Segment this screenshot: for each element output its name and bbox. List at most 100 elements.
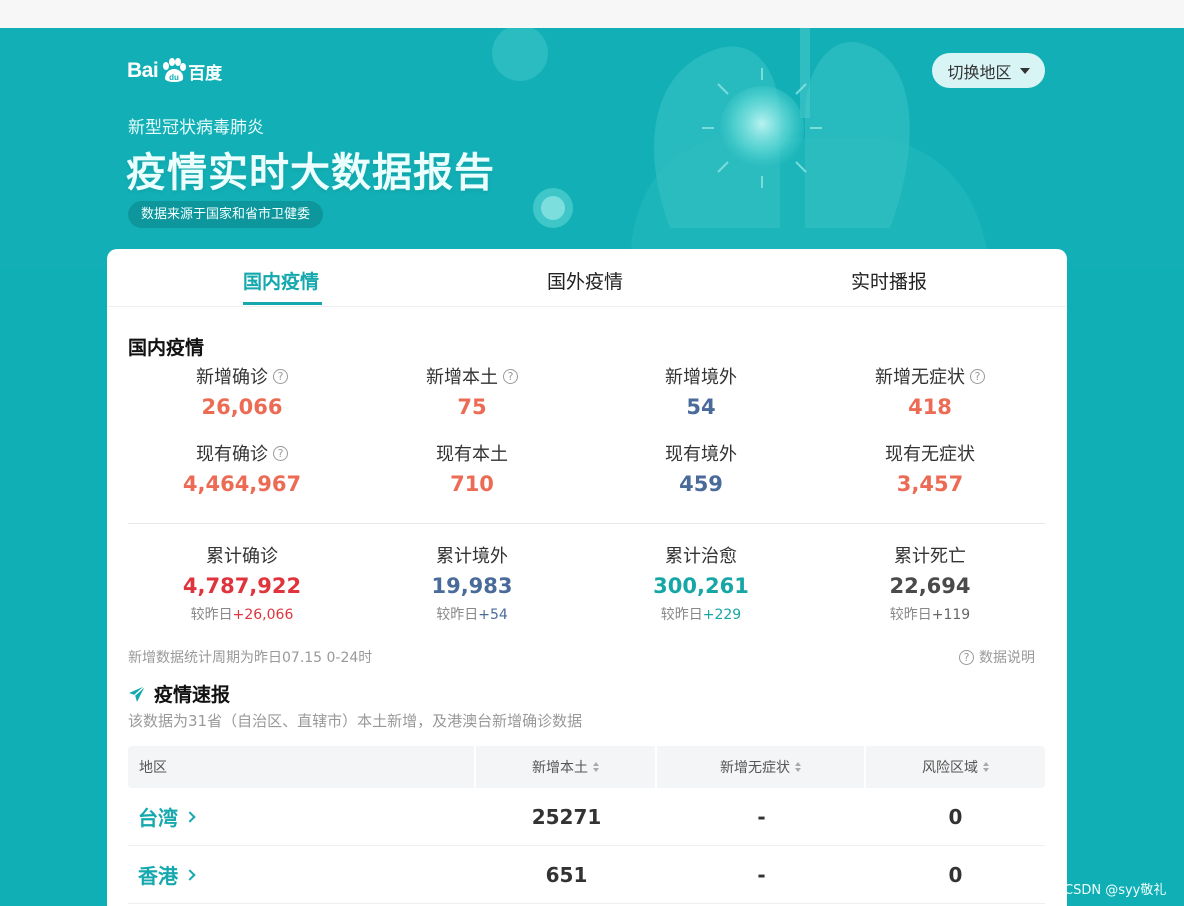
stat-value: 75: [457, 395, 487, 419]
stat-label-text: 现有确诊: [196, 444, 268, 465]
switch-region-label: 切换地区: [947, 62, 1012, 82]
kuaibao-table: 地区 新增本土 新增无症状 风险区域 台湾 25271 - 0 香港 651 - 0: [128, 746, 1045, 904]
asymptomatic-cell: -: [757, 804, 766, 829]
source-pill: 数据来源于国家和省市卫健委: [128, 201, 324, 228]
stat-delta-prefix: 较昨日: [660, 607, 703, 623]
stat-value: 710: [450, 472, 494, 496]
stat-label: 现有境外: [601, 441, 801, 465]
stat-row2-0: 现有确诊? 4,464,967: [142, 441, 342, 500]
baidu-paw-icon: du: [163, 58, 187, 82]
sort-icon: [983, 762, 989, 772]
local-cell: 651: [545, 862, 588, 887]
kuaibao-title: 疫情速报: [128, 680, 230, 707]
stat-label-text: 新增本土: [426, 367, 498, 388]
stat-label-text: 累计确诊: [206, 546, 278, 567]
help-icon[interactable]: ?: [970, 368, 985, 384]
stat-row3-2: 累计治愈 300,261 较昨日+229: [601, 543, 801, 624]
main-card: 国内疫情 国外疫情 实时播报 国内疫情 新增数据统计周期为昨日07.15 0-2…: [107, 249, 1067, 906]
help-icon[interactable]: ?: [273, 368, 288, 384]
region-name: 香港: [138, 864, 178, 888]
col-header-risk[interactable]: 风险区域: [866, 746, 1045, 788]
stat-delta-prefix: 较昨日: [889, 607, 932, 623]
stat-delta: 较昨日+26,066: [142, 604, 342, 624]
tab-overseas[interactable]: 国外疫情: [547, 267, 623, 294]
stat-delta: 较昨日+229: [601, 604, 801, 624]
region-cell[interactable]: 香港: [128, 860, 476, 889]
stat-row1-0: 新增确诊? 26,066: [142, 364, 342, 423]
stat-label-text: 累计治愈: [665, 546, 737, 567]
col-header-label: 新增无症状: [720, 760, 790, 776]
stat-delta: 较昨日+119: [830, 604, 1030, 624]
table-body: 台湾 25271 - 0 香港 651 - 0: [128, 788, 1045, 904]
col-header-asymptomatic[interactable]: 新增无症状: [657, 746, 866, 788]
active-tab-indicator: [243, 302, 322, 305]
domestic-section-title: 国内疫情: [128, 337, 205, 359]
data-explain-link[interactable]: ? 数据说明: [959, 647, 1035, 667]
col-header-local[interactable]: 新增本土: [476, 746, 657, 788]
stat-delta-value: +119: [931, 607, 971, 623]
stat-row1-2: 新增境外 54: [601, 364, 801, 423]
risk-cell: 0: [948, 804, 963, 829]
region-name: 台湾: [138, 806, 178, 830]
stat-delta-prefix: 较昨日: [190, 607, 233, 623]
stat-label: 现有确诊?: [142, 441, 342, 465]
hero-banner: Bai du 百度 新型冠状病毒肺炎 疫情实时大数据报告 数据来源于国家和省市卫…: [0, 28, 1184, 268]
help-icon[interactable]: ?: [273, 445, 288, 461]
period-note: 新增数据统计周期为昨日07.15 0-24时: [128, 650, 373, 666]
stat-row1-3: 新增无症状? 418: [830, 364, 1030, 423]
stat-row3-3: 累计死亡 22,694 较昨日+119: [830, 543, 1030, 624]
stat-label: 现有本土: [372, 441, 572, 465]
data-explain-label: 数据说明: [979, 650, 1035, 666]
kuaibao-subtitle: 该数据为31省（自治区、直辖市）本土新增，及港澳台新增确诊数据: [128, 712, 583, 730]
chevron-right-icon: [184, 868, 196, 881]
stat-label: 累计境外: [372, 543, 572, 567]
sort-icon: [593, 762, 599, 772]
baidu-logo[interactable]: Bai du 百度: [127, 54, 222, 88]
hero-title: 疫情实时大数据报告: [126, 150, 495, 196]
stat-value: 418: [908, 395, 952, 419]
stat-value: 300,261: [653, 574, 749, 598]
stat-label-text: 新增境外: [665, 367, 737, 388]
svg-text:du: du: [169, 73, 179, 82]
tab-domestic[interactable]: 国内疫情: [243, 267, 319, 294]
stat-label-text: 累计死亡: [894, 546, 966, 567]
kuaibao-title-text: 疫情速报: [154, 684, 231, 706]
stat-label-text: 现有本土: [436, 444, 508, 465]
col-header-label: 风险区域: [922, 760, 978, 776]
stat-label-text: 新增无症状: [875, 367, 965, 388]
table-row[interactable]: 台湾 25271 - 0: [128, 788, 1045, 846]
col-header-label: 地区: [139, 760, 167, 776]
help-icon: ?: [959, 649, 974, 665]
sort-icon: [795, 762, 801, 772]
risk-cell: 0: [948, 862, 963, 887]
stat-row2-2: 现有境外 459: [601, 441, 801, 500]
chevron-right-icon: [184, 810, 196, 823]
stat-value: 19,983: [431, 574, 513, 598]
logo-text: Bai: [127, 59, 159, 82]
stat-value: 459: [679, 472, 723, 496]
stat-label: 新增本土?: [372, 364, 572, 388]
col-header-region: 地区: [128, 746, 476, 788]
stat-row3-1: 累计境外 19,983 较昨日+54: [372, 543, 572, 624]
stat-delta: 较昨日+54: [372, 604, 572, 624]
stat-label: 累计治愈: [601, 543, 801, 567]
tab-live-report[interactable]: 实时播报: [851, 267, 927, 294]
logo-cn-text: 百度: [188, 63, 223, 84]
stat-delta-prefix: 较昨日: [436, 607, 479, 623]
stat-value: 26,066: [201, 395, 283, 419]
region-cell[interactable]: 台湾: [128, 802, 476, 831]
stat-label: 新增确诊?: [142, 364, 342, 388]
stat-label: 新增无症状?: [830, 364, 1030, 388]
table-row[interactable]: 香港 651 - 0: [128, 846, 1045, 904]
table-header: 地区 新增本土 新增无症状 风险区域: [128, 746, 1045, 788]
help-icon[interactable]: ?: [503, 368, 518, 384]
hero-subtitle: 新型冠状病毒肺炎: [128, 118, 264, 138]
stat-value: 54: [686, 395, 716, 419]
stat-value: 22,694: [889, 574, 971, 598]
stat-delta-value: +26,066: [232, 607, 294, 623]
stat-label: 累计死亡: [830, 543, 1030, 567]
browser-top-strip: [0, 0, 1184, 28]
switch-region-button[interactable]: 切换地区: [932, 53, 1045, 88]
stat-row1-1: 新增本土? 75: [372, 364, 572, 423]
watermark: CSDN @syy敬礼: [1064, 883, 1167, 898]
